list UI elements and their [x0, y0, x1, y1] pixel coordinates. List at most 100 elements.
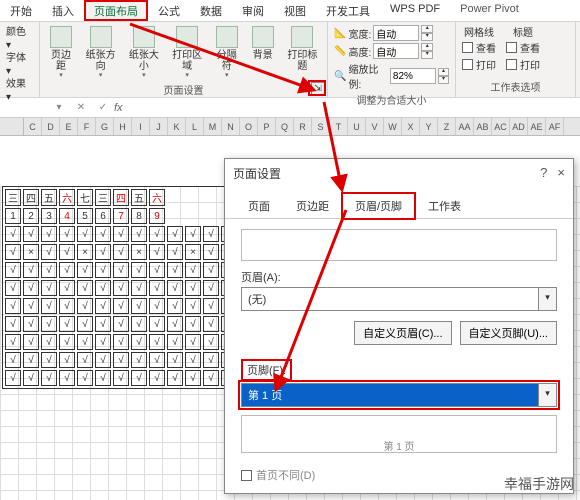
colors-button[interactable]: 颜色 ▾	[6, 26, 33, 52]
footer-preview: 第 1 页	[241, 415, 557, 453]
custom-footer-button[interactable]: 自定义页脚(U)...	[460, 321, 557, 345]
orientation-icon	[90, 26, 112, 48]
headings-print-checkbox[interactable]	[506, 59, 517, 70]
header-combo[interactable]: (无) ▾	[241, 287, 557, 311]
column-header[interactable]: F	[78, 118, 96, 135]
formula-bar: ▾ ✕ ✓ fx	[0, 98, 580, 118]
print-titles-button[interactable]: 打印标题	[282, 24, 323, 82]
tab-developer[interactable]: 开发工具	[316, 0, 380, 21]
custom-header-button[interactable]: 自定义页眉(C)...	[354, 321, 451, 345]
column-header[interactable]: U	[348, 118, 366, 135]
breaks-button[interactable]: 分隔符▾	[210, 24, 244, 82]
column-header[interactable]: M	[204, 118, 222, 135]
footer-dropdown-icon[interactable]: ▾	[539, 383, 557, 407]
height-input[interactable]	[373, 43, 419, 59]
column-header[interactable]: AA	[456, 118, 474, 135]
column-header[interactable]: J	[150, 118, 168, 135]
orientation-button[interactable]: 纸张方向▾	[80, 24, 121, 82]
column-header[interactable]: AF	[546, 118, 564, 135]
launcher-highlight	[308, 80, 326, 96]
group-scale: 📐宽度:▴▾ 📏高度:▴▾ 🔍缩放比例:▴▾ 调整为合适大小	[328, 22, 456, 97]
tab-data[interactable]: 数据	[190, 0, 232, 21]
column-header[interactable]: G	[96, 118, 114, 135]
ribbon-tabs: 开始 插入 页面布局 公式 数据 审阅 视图 开发工具 WPS PDF Powe…	[0, 0, 580, 22]
column-header[interactable]: H	[114, 118, 132, 135]
diff-first-label: 首页不同(D)	[256, 467, 315, 483]
gridlines-print-checkbox[interactable]	[462, 59, 473, 70]
width-input[interactable]	[373, 25, 419, 41]
column-headers: CDEFGHIJKLMNOPQRSTUVWXYZAAABACADAEAF	[0, 118, 580, 136]
width-label: 📐	[334, 28, 346, 39]
fonts-button[interactable]: 字体 ▾	[6, 52, 33, 78]
diff-first-checkbox[interactable]	[241, 470, 252, 481]
cancel-icon[interactable]: ✕	[70, 102, 92, 113]
confirm-icon[interactable]: ✓	[92, 102, 114, 113]
column-header[interactable]: D	[42, 118, 60, 135]
effects-button[interactable]: 效果 ▾	[6, 78, 33, 104]
zoom-input[interactable]	[390, 68, 436, 84]
tab-formulas[interactable]: 公式	[148, 0, 190, 21]
footer-label: 页脚(F):	[241, 359, 292, 381]
tab-power-pivot[interactable]: Power Pivot	[450, 0, 529, 21]
zoom-spinner[interactable]: ▴▾	[438, 68, 449, 84]
tab-insert[interactable]: 插入	[42, 0, 84, 21]
width-text: 宽度:	[348, 26, 371, 41]
column-header[interactable]: K	[168, 118, 186, 135]
column-header[interactable]: L	[186, 118, 204, 135]
watermark: 幸福手游网	[504, 474, 574, 494]
ribbon-body: 颜色 ▾ 字体 ▾ 效果 ▾ 页边距▾ 纸张方向▾ 纸张大小▾ 打印区域▾ 分隔…	[0, 22, 580, 98]
tab-wps-pdf[interactable]: WPS PDF	[380, 0, 450, 21]
column-header[interactable]: C	[24, 118, 42, 135]
headings-view-checkbox[interactable]	[506, 42, 517, 53]
column-header[interactable]: R	[294, 118, 312, 135]
dialog-close-icon[interactable]: ×	[557, 165, 565, 182]
dialog-tab-header-footer[interactable]: 页眉/页脚	[342, 193, 415, 219]
column-header[interactable]: N	[222, 118, 240, 135]
dialog-help-icon[interactable]: ?	[540, 165, 547, 182]
column-header[interactable]: Y	[420, 118, 438, 135]
dialog-tab-sheet[interactable]: 工作表	[415, 193, 474, 219]
footer-combo[interactable]: 第 1 页 ▾	[241, 383, 557, 407]
size-button[interactable]: 纸张大小▾	[123, 24, 164, 82]
fx-icon[interactable]: fx	[114, 102, 132, 114]
column-header[interactable]: V	[366, 118, 384, 135]
column-header[interactable]: O	[240, 118, 258, 135]
header-dropdown-icon[interactable]: ▾	[539, 287, 557, 311]
gridlines-view-checkbox[interactable]	[462, 42, 473, 53]
column-header[interactable]: W	[384, 118, 402, 135]
column-header[interactable]: AE	[528, 118, 546, 135]
namebox-dropdown-icon[interactable]: ▾	[48, 102, 70, 113]
print-area-button[interactable]: 打印区域▾	[167, 24, 208, 82]
mini-calendar: 三四五六七三四五六123456789√√√√√√√√√√√√√√×√√×√√×√…	[2, 186, 240, 389]
dialog-tab-page[interactable]: 页面	[235, 193, 283, 219]
tab-review[interactable]: 审阅	[232, 0, 274, 21]
column-header[interactable]: Z	[438, 118, 456, 135]
column-header[interactable]: Q	[276, 118, 294, 135]
dialog-tab-margins[interactable]: 页边距	[283, 193, 342, 219]
column-header[interactable]: E	[60, 118, 78, 135]
column-header[interactable]: T	[330, 118, 348, 135]
select-all-corner[interactable]	[0, 118, 24, 135]
tab-home[interactable]: 开始	[0, 0, 42, 21]
column-header[interactable]: P	[258, 118, 276, 135]
height-spinner[interactable]: ▴▾	[421, 43, 433, 59]
column-header[interactable]: S	[312, 118, 330, 135]
column-header[interactable]: AC	[492, 118, 510, 135]
print-area-icon	[176, 26, 198, 48]
width-spinner[interactable]: ▴▾	[421, 25, 433, 41]
column-header[interactable]: AD	[510, 118, 528, 135]
height-label: 📏	[334, 46, 346, 57]
footer-value[interactable]: 第 1 页	[241, 383, 539, 407]
background-button[interactable]: 背景	[246, 24, 280, 82]
column-header[interactable]: I	[132, 118, 150, 135]
tab-page-layout[interactable]: 页面布局	[84, 0, 148, 21]
print-titles-icon	[291, 26, 313, 48]
group-themes: 颜色 ▾ 字体 ▾ 效果 ▾	[0, 22, 40, 97]
header-label: 页眉(A):	[241, 269, 557, 285]
column-header[interactable]: AB	[474, 118, 492, 135]
column-header[interactable]: X	[402, 118, 420, 135]
gridlines-header: 网格线	[462, 24, 496, 39]
header-value[interactable]: (无)	[241, 287, 539, 311]
margins-button[interactable]: 页边距▾	[44, 24, 78, 82]
tab-view[interactable]: 视图	[274, 0, 316, 21]
